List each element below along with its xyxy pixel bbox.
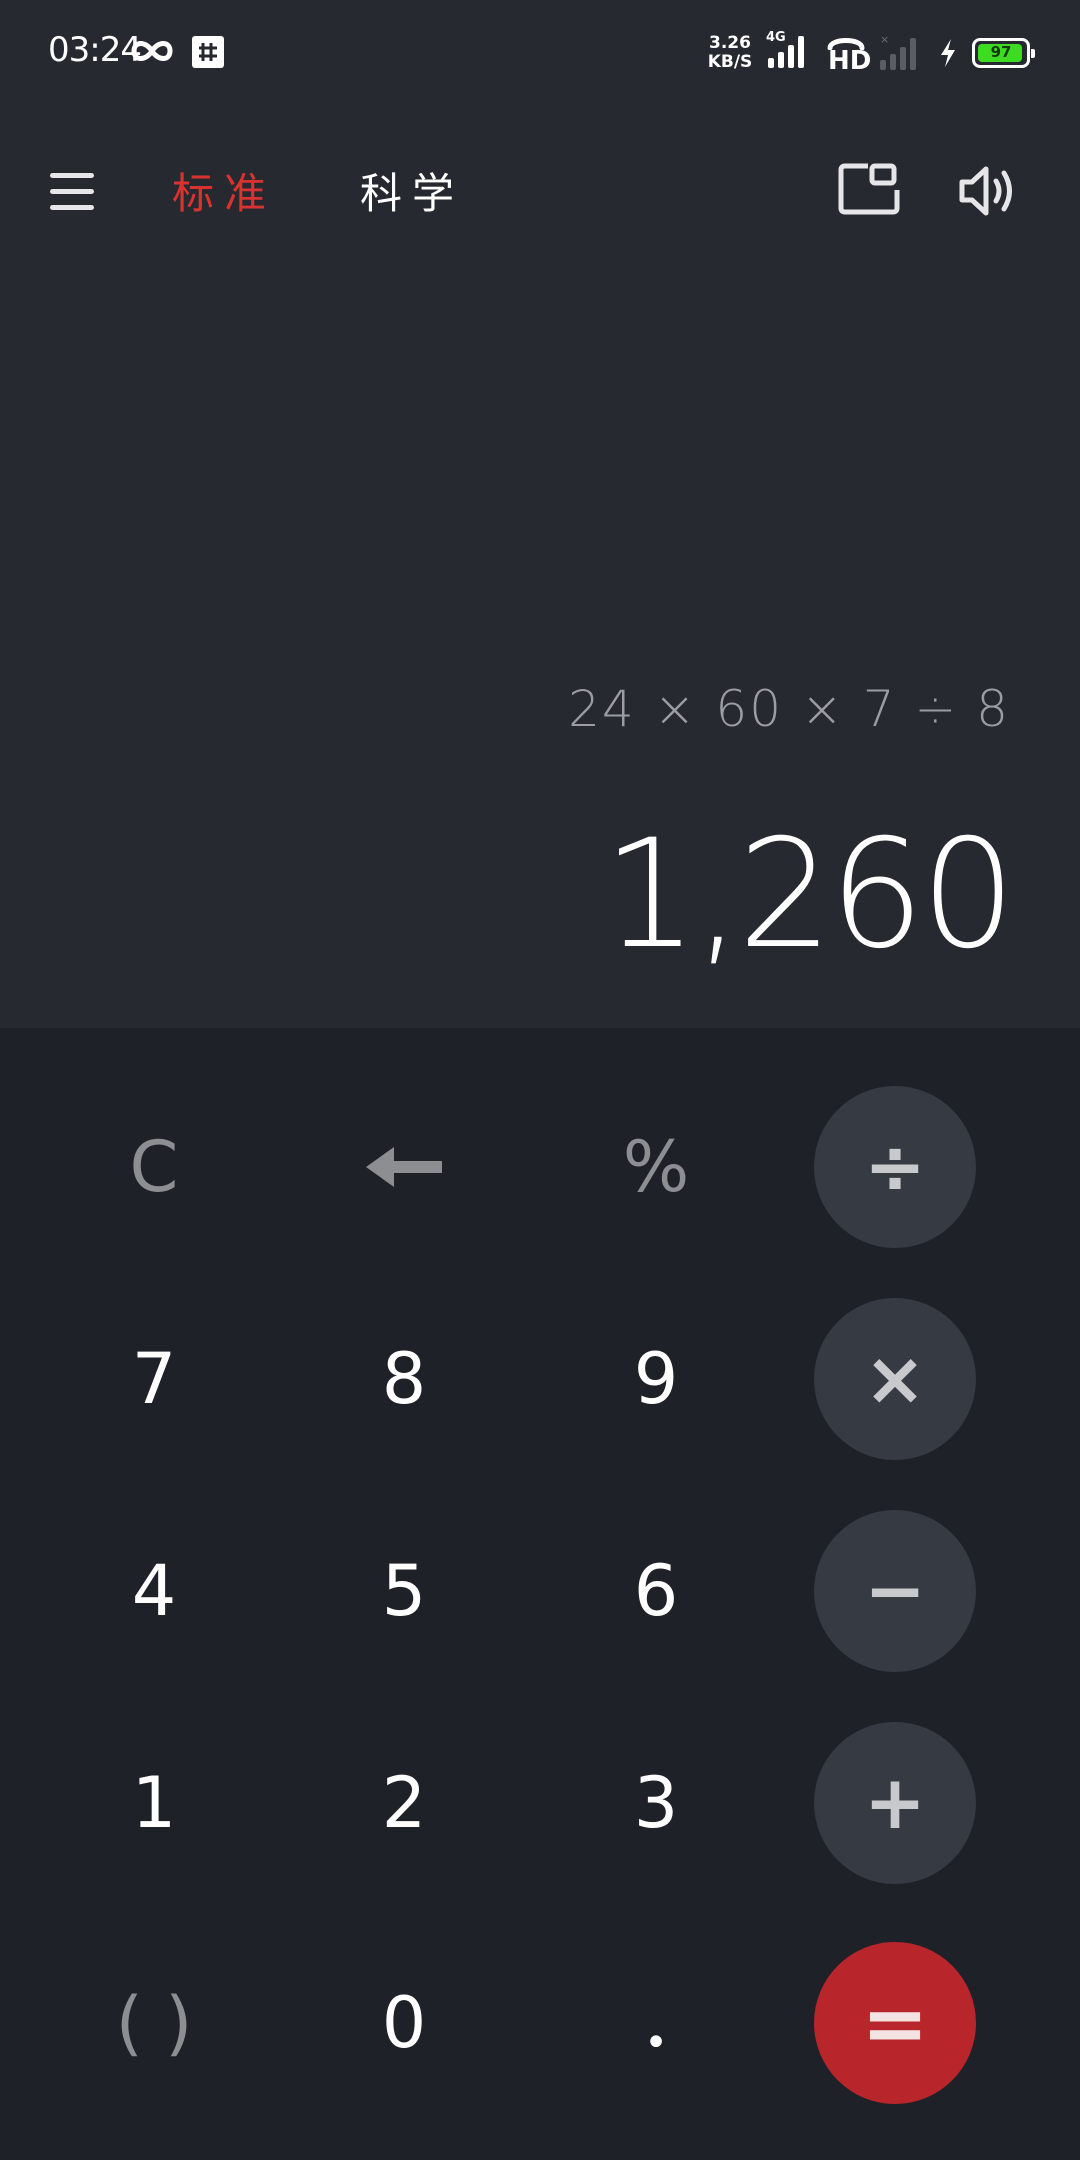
digit-3-button[interactable]: 3 xyxy=(575,1722,737,1884)
divide-button[interactable]: ÷ xyxy=(814,1086,976,1248)
speaker-icon[interactable] xyxy=(958,164,1020,218)
parentheses-button[interactable]: ( ) xyxy=(73,1942,235,2104)
network-speed: 3.26 KB/S xyxy=(706,34,754,72)
digit-5-button[interactable]: 5 xyxy=(323,1510,485,1672)
expression-display: 24 × 60 × 7 ÷ 8 xyxy=(568,680,1010,738)
signal-4g-icon: 4G xyxy=(766,30,812,76)
floating-window-icon[interactable] xyxy=(838,162,900,216)
backspace-button[interactable] xyxy=(323,1086,485,1248)
charging-bolt-icon xyxy=(941,39,955,67)
multiply-button[interactable]: × xyxy=(814,1298,976,1460)
tab-standard[interactable]: 标准 xyxy=(172,160,276,221)
result-display: 1,260 xyxy=(602,808,1016,982)
digit-7-button[interactable]: 7 xyxy=(73,1298,235,1460)
volte-hd-icon: HD xyxy=(826,34,871,76)
calculator-screen: 03:24 3.26 KB/S 4G HD × 97 标准 科学 24 × 60… xyxy=(0,0,1080,2160)
digit-9-button[interactable]: 9 xyxy=(575,1298,737,1460)
clear-button[interactable]: C xyxy=(73,1086,235,1248)
status-bar: 03:24 3.26 KB/S 4G HD × 97 xyxy=(0,0,1080,110)
keypad: C % ÷ 7 8 9 × 4 5 6 − 1 2 3 + ( ) 0 • = xyxy=(0,1028,1080,2160)
tab-scientific[interactable]: 科学 xyxy=(360,160,464,221)
battery-tip xyxy=(1031,49,1035,58)
infinity-icon xyxy=(131,41,173,61)
top-toolbar: 标准 科学 xyxy=(0,140,1080,240)
network-speed-unit: KB/S xyxy=(707,52,753,72)
minus-button[interactable]: − xyxy=(814,1510,976,1672)
digit-0-button[interactable]: 0 xyxy=(323,1942,485,2104)
network-type-label: 4G xyxy=(766,30,786,45)
hd-label: HD xyxy=(828,46,872,76)
digit-2-button[interactable]: 2 xyxy=(323,1722,485,1884)
digit-8-button[interactable]: 8 xyxy=(323,1298,485,1460)
signal-sim2-icon: × xyxy=(880,34,916,70)
hamburger-menu-icon[interactable] xyxy=(50,170,94,214)
digit-1-button[interactable]: 1 xyxy=(73,1722,235,1884)
network-speed-value: 3.26 xyxy=(709,33,751,53)
plus-button[interactable]: + xyxy=(814,1722,976,1884)
battery-level: 97 xyxy=(990,43,1012,61)
battery-icon: 97 xyxy=(972,38,1035,68)
digit-4-button[interactable]: 4 xyxy=(73,1510,235,1672)
svg-text:×: × xyxy=(880,34,889,46)
backspace-arrow-icon xyxy=(366,1147,442,1187)
percent-button[interactable]: % xyxy=(575,1086,737,1248)
equals-button[interactable]: = xyxy=(814,1942,976,2104)
decimal-point-button[interactable]: • xyxy=(575,1942,737,2104)
hashtag-app-icon xyxy=(192,36,224,68)
digit-6-button[interactable]: 6 xyxy=(575,1510,737,1672)
